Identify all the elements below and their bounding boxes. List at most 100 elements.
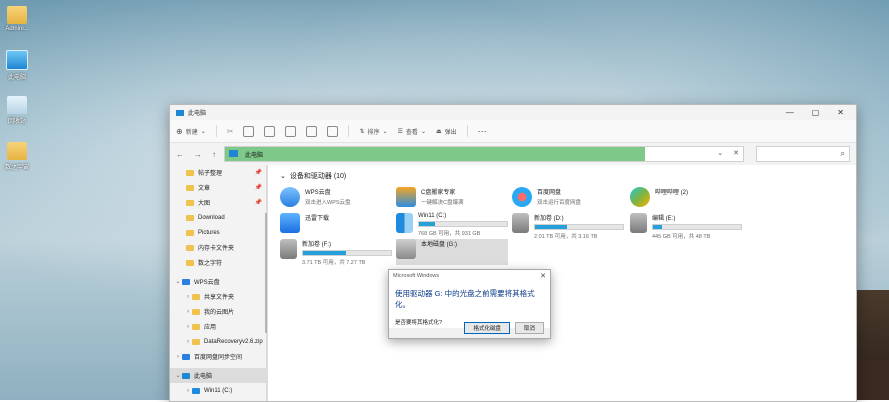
close-icon[interactable]: ✕ (733, 149, 739, 157)
sidebar-item[interactable]: 数之字符 (170, 255, 268, 270)
tile-c-mover[interactable]: C盘搬家专家 一键解决C盘爆满 (396, 187, 508, 211)
up-arrow-icon[interactable]: ↑ (212, 150, 216, 159)
desktop-icon-this-pc[interactable]: 此电脑 (2, 50, 32, 81)
sidebar-item-label: Download (198, 214, 225, 221)
desktop-icon-recycle-bin[interactable]: 回收站 (2, 96, 32, 125)
sidebar-item[interactable]: › DataRecoveryv2.6.zip (170, 334, 268, 349)
sidebar-item[interactable]: ⌄ WPS云盘 (170, 274, 268, 289)
drive-c[interactable]: Win11 (C:) 768 GB 可用，共 931 GB (396, 213, 508, 237)
desktop-icon-admin[interactable]: Admini... (2, 6, 32, 32)
sidebar-item[interactable]: › 共享文件夹 (170, 289, 268, 304)
desktop-icon-folder[interactable]: 数之宇宙 (2, 142, 32, 171)
sidebar-item[interactable]: › 百度网盘同步空间 (170, 349, 268, 364)
chevron-right-icon[interactable]: › (184, 324, 192, 330)
tile-xunlei[interactable]: 迅雷下载 (280, 213, 392, 237)
chevron-right-icon[interactable]: › (184, 294, 192, 300)
sidebar-item-label: 此电脑 (194, 374, 213, 380)
chevron-right-icon[interactable]: › (184, 339, 192, 345)
sidebar-item[interactable]: 大图 📌 (170, 195, 268, 210)
tile-name: 百度网盘 (537, 190, 562, 196)
drive-usage-fill (303, 251, 347, 255)
copy-icon[interactable] (243, 125, 255, 137)
chevron-down-icon[interactable]: ⌄ (174, 372, 182, 379)
tile-wps-cloud[interactable]: WPS云盘 双击进入WPS云盘 (280, 187, 392, 211)
view-button[interactable]: ☰ 查看 ⌄ (398, 127, 426, 136)
sidebar-item[interactable]: › 我的云图片 (170, 304, 268, 319)
close-button[interactable]: ✕ (837, 108, 844, 117)
drive-d[interactable]: 新加卷 (D:) 2.01 TB 可用，共 3.16 TB (512, 213, 624, 240)
sidebar-item-label: 百度网盘同步空间 (194, 355, 243, 361)
tile-baidu-pan[interactable]: 百度网盘 双击运行百度网盘 (512, 187, 624, 211)
tile-name: 哔哩哔哩 (2) (655, 190, 689, 196)
drive-name: 编辑 (E:) (652, 216, 676, 222)
sidebar-item[interactable]: ⌄ 此电脑 (170, 368, 268, 383)
sidebar-item-label: 共享文件夹 (204, 295, 235, 301)
sidebar-item[interactable]: Pictures (170, 225, 268, 240)
drive-usage-bar (302, 250, 392, 256)
rename-icon[interactable] (285, 125, 297, 137)
forward-arrow-icon[interactable]: → (194, 150, 202, 159)
format-disk-button[interactable]: 格式化磁盘 (464, 322, 510, 334)
desktop-icon-label: 数之宇宙 (4, 165, 29, 171)
sidebar-item[interactable]: › 应用 (170, 319, 268, 334)
view-icon: ☰ (397, 128, 403, 135)
tile-bilibili[interactable]: 哔哩哔哩 (2) (630, 187, 742, 211)
tile-subtitle: 一键解决C盘爆满 (421, 200, 464, 206)
drive-free-space: 445 GB 可用，共 48 TB (652, 234, 711, 240)
bird-icon (280, 213, 300, 233)
sidebar-item-label: Pictures (198, 229, 220, 236)
cancel-button[interactable]: 取消 (514, 322, 544, 334)
folder-icon (192, 293, 200, 300)
folder-icon (186, 214, 194, 221)
chevron-down-icon[interactable]: ⌄ (717, 149, 723, 157)
sidebar-item-label: DataRecoveryv2.6.zip (204, 338, 263, 345)
windows-drive-icon (396, 213, 413, 233)
sidebar-item[interactable]: › Win11 (C:) (170, 383, 268, 398)
dialog-title-bar: Microsoft Windows ✕ (389, 270, 550, 282)
app-icon (396, 187, 416, 207)
eject-button[interactable]: ⏏ 弹出 (436, 127, 457, 136)
sidebar-item[interactable]: 内存卡文件夹 (170, 240, 268, 255)
more-options-button[interactable]: ··· (478, 126, 487, 136)
drive-name: 新加卷 (F:) (302, 242, 331, 248)
new-button[interactable]: ⊕ 新建 ⌄ (176, 127, 206, 136)
drive-name: Win11 (C:) (418, 213, 447, 219)
pin-icon: 📌 (254, 170, 262, 176)
cut-icon[interactable]: ✂ (227, 127, 234, 136)
address-progress-fill (225, 147, 645, 161)
drive-f[interactable]: 新加卷 (F:) 3.71 TB 可用，共 7.27 TB (280, 239, 392, 266)
drive-usage-fill (653, 225, 662, 229)
eject-icon: ⏏ (435, 128, 442, 135)
tile-name: WPS云盘 (305, 190, 331, 196)
sort-label: 排序 (367, 129, 380, 136)
pin-icon: 📌 (254, 185, 262, 191)
maximize-button[interactable]: ▢ (812, 108, 820, 117)
sort-button[interactable]: ⇅ 排序 ⌄ (359, 127, 387, 136)
toolbar-divider (215, 125, 217, 137)
sidebar-item[interactable]: Download (170, 210, 268, 225)
sidebar-item[interactable]: 文章 📌 (170, 180, 268, 195)
sidebar-item[interactable]: 帖子整理 📌 (170, 165, 268, 180)
desktop-icon-label: 回收站 (7, 119, 26, 125)
paste-icon[interactable] (264, 125, 276, 137)
chevron-down-icon[interactable]: ⌄ (174, 278, 182, 285)
chevron-right-icon[interactable]: › (184, 309, 192, 315)
chevron-right-icon[interactable]: › (184, 388, 192, 394)
drive-e[interactable]: 编辑 (E:) 445 GB 可用，共 48 TB (630, 213, 742, 240)
sidebar-scrollbar[interactable] (265, 213, 267, 333)
drive-g[interactable]: 本地磁盘 (G:) (396, 239, 508, 265)
cloud-icon (280, 187, 300, 207)
dialog-close-button[interactable]: ✕ (540, 272, 546, 280)
sidebar-item-label: 帖子整理 (198, 171, 223, 177)
dialog-title: Microsoft Windows (393, 273, 440, 279)
back-arrow-icon[interactable]: ← (176, 150, 184, 159)
minimize-button[interactable]: — (786, 108, 794, 117)
share-icon[interactable] (306, 125, 318, 137)
search-input[interactable]: ⌕ (756, 146, 850, 162)
desktop-icon-label: Admini... (5, 26, 29, 32)
chevron-right-icon[interactable]: › (174, 354, 182, 360)
devices-section-header[interactable]: ⌄ 设备和驱动器 (10) (280, 171, 856, 181)
address-bar[interactable]: 此电脑 ⌄ ✕ (224, 146, 744, 162)
delete-icon[interactable] (327, 125, 339, 137)
drive-usage-fill (535, 225, 567, 229)
